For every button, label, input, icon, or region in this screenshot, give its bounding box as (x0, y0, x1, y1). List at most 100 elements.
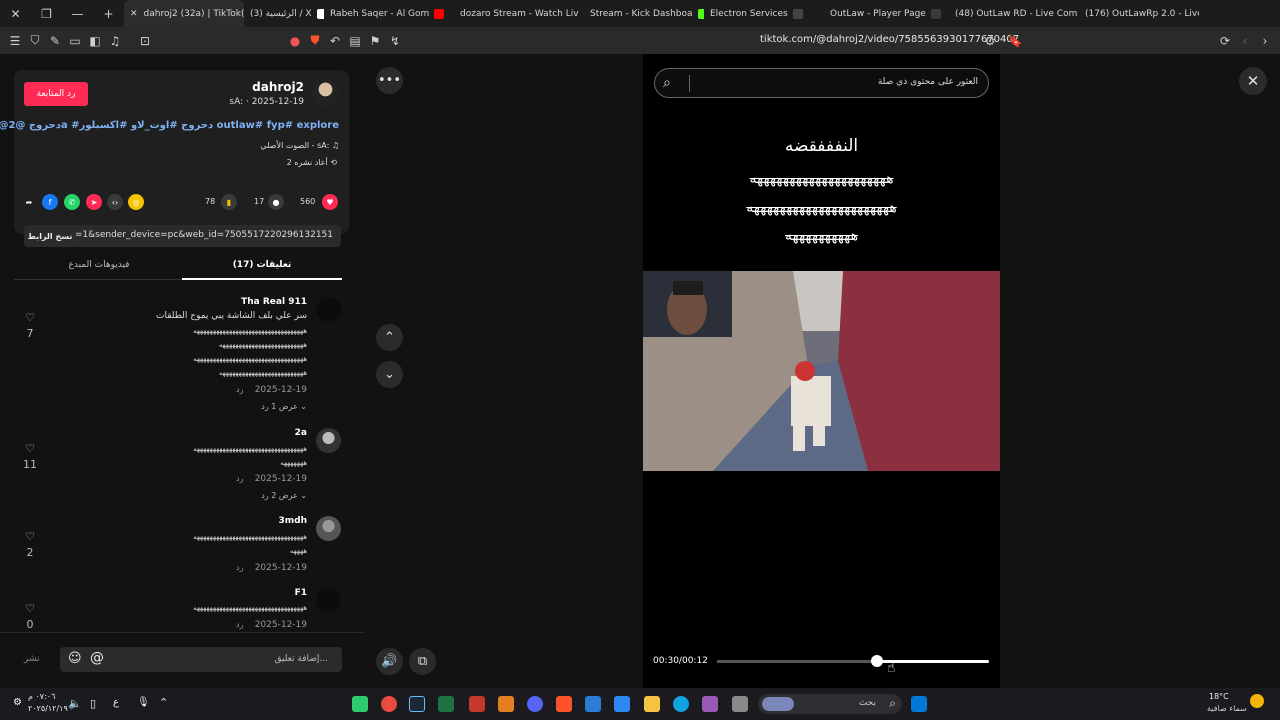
tab-comments[interactable]: (17) تعليقات (182, 260, 342, 270)
share-link-text[interactable]: ...pp=1&sender_device=pc&web_id=75055172… (55, 230, 333, 240)
shield-icon[interactable]: ⛉ (25, 31, 45, 51)
reader-icon[interactable]: ▤ (345, 31, 365, 51)
menu-icon[interactable]: ☰ (5, 31, 25, 51)
sidebar-icon[interactable]: ◧ (85, 31, 105, 51)
related-search-input[interactable]: ⌕ العثور على محتوى ذي صلة (654, 68, 989, 98)
music-icon[interactable]: ♫ (105, 31, 125, 51)
store-icon[interactable] (614, 696, 630, 712)
file-explorer-icon[interactable] (644, 696, 660, 712)
comment-like-icon[interactable]: ♡ (20, 311, 40, 324)
tab-tiktok[interactable]: ✕ dahroj2 (32a) | TikTok(33) (124, 0, 244, 27)
view-replies-button[interactable]: عرض 2 رد ⌄ (261, 491, 307, 500)
volume-icon[interactable]: 🔊 (376, 648, 403, 675)
reply-button[interactable]: رد (236, 385, 243, 394)
send-icon[interactable]: ➤ (86, 194, 102, 210)
more-options-icon[interactable]: ••• (376, 67, 403, 94)
view-replies-button[interactable]: عرض 1 رد ⌄ (261, 402, 307, 411)
comment-username[interactable]: Tha Real 911 (241, 297, 307, 307)
forward-icon[interactable]: › (1255, 31, 1275, 51)
app-icon[interactable] (702, 696, 718, 712)
comment-username[interactable]: 2a (295, 428, 307, 438)
settings-icon[interactable]: ⚙ (13, 697, 22, 708)
weather-desc[interactable]: سماء صافية (1207, 704, 1247, 713)
tab-electron[interactable]: Electron Services (704, 0, 824, 27)
next-video-button[interactable]: ⌄ (376, 361, 403, 388)
copy-link-button[interactable]: نسخ الرابط (24, 225, 76, 247)
weather-temp[interactable]: 18°C (1209, 692, 1229, 701)
task-view-icon[interactable] (732, 696, 748, 712)
tab-kick-stream[interactable]: dozaro Stream - Watch Liv (454, 0, 584, 27)
comment-like-icon[interactable]: ♡ (20, 442, 40, 455)
search-icon[interactable]: ⌕ (663, 75, 671, 91)
restore-window-icon[interactable]: ❐ (31, 0, 62, 27)
embed-icon[interactable]: ‹› (107, 194, 123, 210)
clock-time[interactable]: ٠٧:٠٦ م (28, 692, 55, 701)
avatar[interactable] (316, 588, 341, 613)
tab-kick-dashboard[interactable]: Stream - Kick Dashboa (584, 0, 704, 27)
reposts-row[interactable]: 2 أعاد نشره ⟲ (287, 158, 337, 167)
post-comment-button[interactable]: نشر (24, 654, 40, 664)
progress-thumb[interactable] (871, 655, 884, 667)
avatar[interactable] (312, 80, 339, 107)
volume-tray-icon[interactable]: 🔈 (68, 697, 82, 710)
reload-icon[interactable]: ⟳ (1215, 31, 1235, 51)
steam-icon[interactable] (409, 696, 425, 712)
wand-icon[interactable]: ✎ (45, 31, 65, 51)
tab-youtube[interactable]: Rabeh Saqer - Al Gom (324, 0, 454, 27)
back-icon[interactable]: ‹ (1235, 31, 1255, 51)
comment-icon[interactable]: ● (268, 194, 284, 210)
avatar[interactable] (316, 297, 341, 322)
picture-in-picture-icon[interactable]: ⧉ (409, 648, 436, 675)
emoji-icon[interactable]: ☺ (68, 651, 82, 666)
weather-icon[interactable] (1250, 694, 1264, 708)
comment-input[interactable]: إضافة تعليق... ☺ @ (60, 647, 342, 672)
share-icon[interactable]: ➦ (21, 194, 37, 210)
coin-share-icon[interactable]: ◎ (128, 194, 144, 210)
reply-button[interactable]: رد (236, 620, 243, 629)
tab-outlaw-rd[interactable]: (48) OutLaw RD - Live Com (949, 0, 1079, 27)
app-icon[interactable] (498, 696, 514, 712)
like-icon[interactable]: ♥ (322, 194, 338, 210)
battery-icon[interactable]: ▯ (90, 697, 96, 710)
undo-icon[interactable]: ↶ (325, 31, 345, 51)
clock-date[interactable]: ٢٠٢٥/١٢/١٩ (28, 704, 68, 713)
close-icon[interactable]: ✕ (1239, 67, 1267, 95)
reply-button[interactable]: رد (236, 563, 243, 572)
close-tab-icon[interactable]: ✕ (130, 9, 138, 19)
excel-icon[interactable] (438, 696, 454, 712)
bookmark-icon[interactable]: 🔖 (1005, 31, 1025, 51)
avatar[interactable] (316, 428, 341, 453)
tab-outlaw-player[interactable]: OutLaw - Player Page (824, 0, 949, 27)
app-icon[interactable] (381, 696, 397, 712)
edge-icon[interactable] (673, 696, 689, 712)
language-indicator[interactable]: ع (113, 697, 119, 708)
windows-start-icon[interactable] (911, 696, 927, 712)
close-window-icon[interactable]: ✕ (0, 0, 31, 27)
whatsapp-icon[interactable]: ✆ (64, 194, 80, 210)
extension-icon[interactable]: ● (285, 31, 305, 51)
new-tab-button[interactable]: + (93, 0, 124, 27)
tab-outlawrp[interactable]: (176) OutLawRp 2.0 - Live (1079, 0, 1199, 27)
brave-icon[interactable] (556, 696, 572, 712)
sound-row[interactable]: الصوت الأصلي - sA: ♫ (260, 141, 339, 150)
previous-video-button[interactable]: ⌃ (376, 324, 403, 351)
progress-track[interactable] (717, 655, 989, 667)
tray-overflow-icon[interactable]: ⌃ (159, 696, 168, 709)
comment-like-icon[interactable]: ♡ (20, 602, 40, 615)
tabs-icon[interactable]: ▭ (65, 31, 85, 51)
facebook-icon[interactable]: f (42, 194, 58, 210)
avatar[interactable] (316, 516, 341, 541)
app-icon[interactable] (352, 696, 368, 712)
discord-icon[interactable] (527, 696, 543, 712)
mention-icon[interactable]: @ (90, 650, 104, 666)
follow-back-button[interactable]: رد المتابعة (24, 82, 88, 106)
wallet-icon[interactable]: ↯ (385, 31, 405, 51)
app-icon[interactable] (469, 696, 485, 712)
caption-text[interactable]: @دحروج @2a #دحروج #اوت_لاو #اكسبلور outl… (0, 120, 339, 131)
post-username[interactable]: dahroj2 (252, 80, 304, 94)
reply-button[interactable]: رد (236, 474, 243, 483)
screenshot-icon[interactable]: ⊡ (135, 31, 155, 51)
minimize-window-icon[interactable]: — (62, 0, 93, 27)
taskbar-search[interactable]: بحث ⌕ (758, 694, 902, 714)
comment-like-icon[interactable]: ♡ (20, 530, 40, 543)
